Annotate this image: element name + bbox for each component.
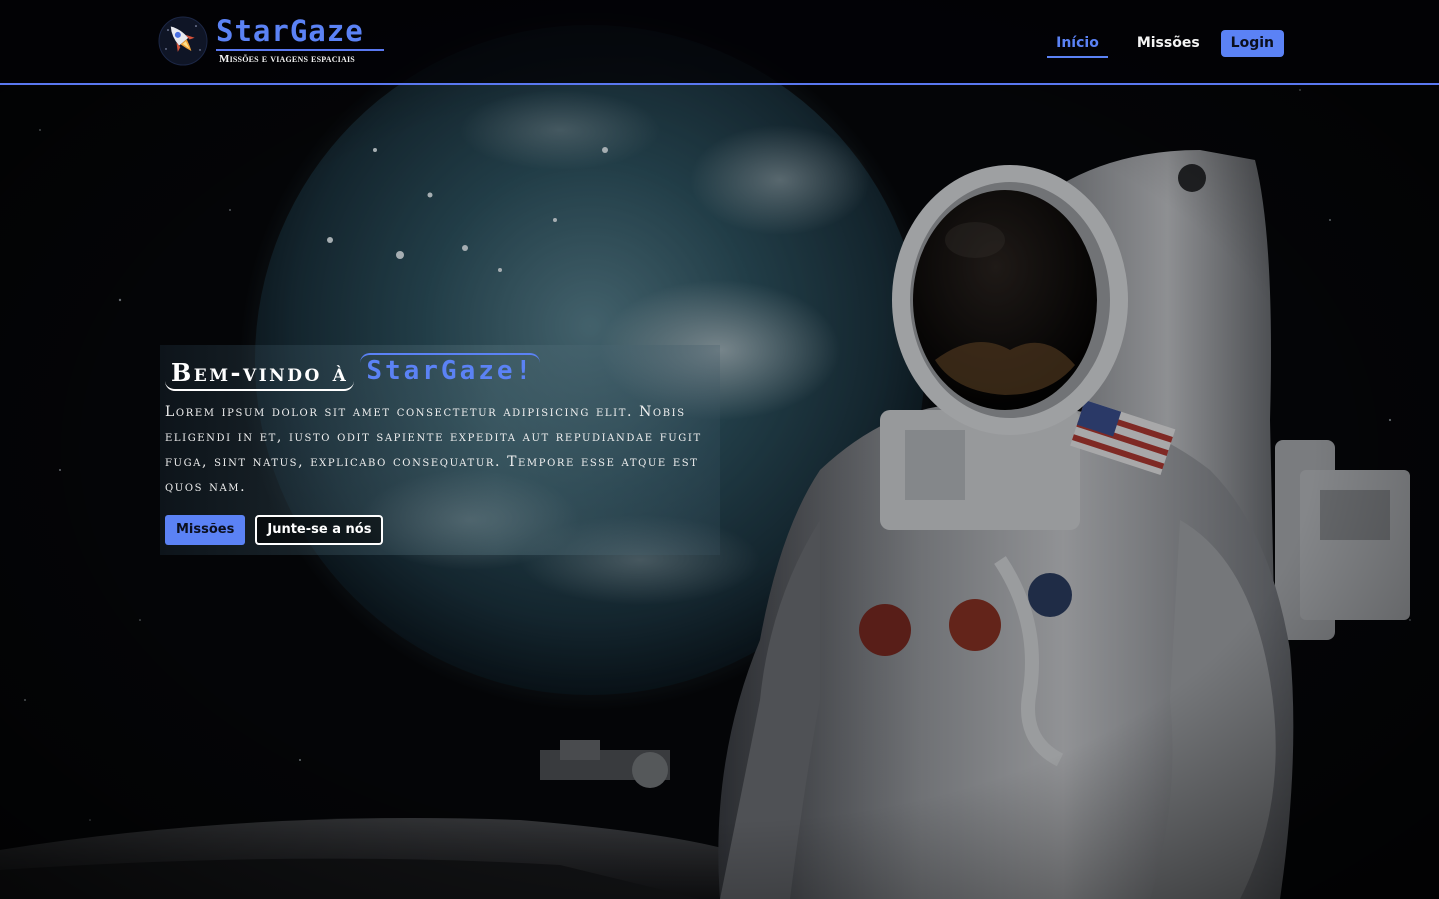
- hero-description: Lorem ipsum dolor sit amet consectetur a…: [165, 404, 702, 495]
- join-us-button[interactable]: Junte-se a nós: [255, 515, 384, 545]
- hero-buttons: Missões Junte-se a nós: [165, 515, 384, 545]
- logo[interactable]: StarGaze Missões e viagens espaciais: [158, 14, 398, 70]
- hero-heading-prefix: Bem-vindo à: [165, 355, 355, 391]
- rocket-icon: [158, 16, 208, 66]
- hero-heading-brand: StarGaze!: [360, 353, 541, 386]
- main-nav: Início Missões Login: [1027, 28, 1284, 58]
- logo-subtitle: Missões e viagens espaciais: [219, 53, 355, 65]
- logo-title: StarGaze: [216, 14, 364, 48]
- nav-link-inicio[interactable]: Início: [1047, 29, 1108, 58]
- page: StarGaze Missões e viagens espaciais Iní…: [0, 0, 1439, 899]
- site-header: StarGaze Missões e viagens espaciais Iní…: [0, 0, 1439, 85]
- hero-heading: Bem-vindo à StarGaze!: [165, 353, 541, 391]
- login-button[interactable]: Login: [1220, 29, 1284, 57]
- nav-link-missoes[interactable]: Missões: [1128, 29, 1209, 57]
- hero-card: Bem-vindo à StarGaze! Lorem ipsum dolor …: [160, 345, 720, 555]
- missions-button[interactable]: Missões: [165, 515, 246, 545]
- logo-underline: [216, 49, 384, 51]
